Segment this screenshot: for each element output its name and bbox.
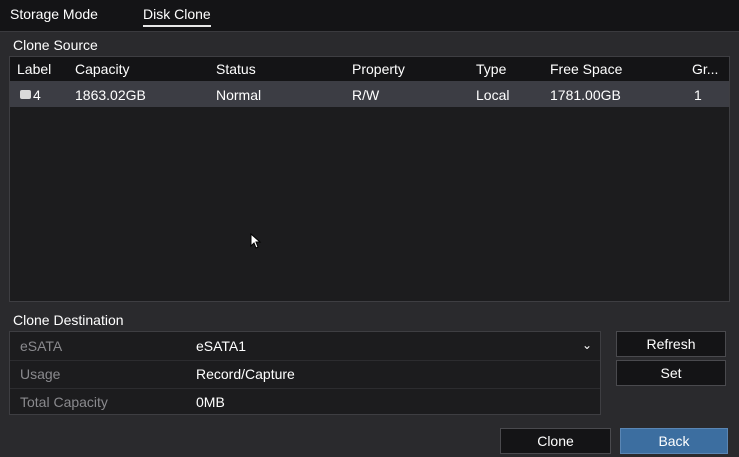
column-header-group[interactable]: Gr... (692, 61, 718, 77)
clone-source-title: Clone Source (13, 37, 98, 53)
clone-source-table: Label Capacity Status Property Type Free… (9, 56, 730, 302)
clone-destination-panel: eSATA eSATA1 ⌄ Usage Record/Capture Tota… (9, 331, 601, 415)
column-header-label[interactable]: Label (17, 61, 51, 77)
cell-status: Normal (216, 87, 262, 103)
refresh-button[interactable]: Refresh (616, 331, 726, 357)
hdd-icon (20, 90, 31, 99)
tab-bar: Storage Mode Disk Clone (0, 0, 739, 32)
esata-select-value[interactable]: eSATA1 (196, 338, 246, 354)
clone-destination-title: Clone Destination (13, 312, 124, 328)
cell-label: 4 (33, 87, 41, 103)
tab-storage-mode[interactable]: Storage Mode (10, 6, 98, 22)
total-capacity-label: Total Capacity (20, 394, 108, 410)
total-capacity-value: 0MB (196, 394, 225, 410)
chevron-down-icon[interactable]: ⌄ (582, 338, 592, 352)
table-row[interactable]: 4 1863.02GB Normal R/W Local 1781.00GB 1 (10, 81, 729, 107)
usage-value: Record/Capture (196, 366, 295, 382)
column-header-property[interactable]: Property (352, 61, 405, 77)
esata-label: eSATA (20, 338, 63, 354)
cell-type: Local (476, 87, 510, 103)
column-header-type[interactable]: Type (476, 61, 506, 77)
back-button[interactable]: Back (620, 428, 728, 454)
esata-row[interactable]: eSATA eSATA1 ⌄ (10, 332, 600, 361)
column-header-status[interactable]: Status (216, 61, 256, 77)
usage-label: Usage (20, 366, 61, 382)
total-capacity-row: Total Capacity 0MB (10, 388, 600, 416)
column-header-capacity[interactable]: Capacity (75, 61, 129, 77)
cell-property: R/W (352, 87, 380, 103)
cell-capacity: 1863.02GB (75, 87, 146, 103)
column-header-free-space[interactable]: Free Space (550, 61, 622, 77)
usage-row: Usage Record/Capture (10, 360, 600, 389)
tab-disk-clone[interactable]: Disk Clone (143, 6, 211, 27)
set-button[interactable]: Set (616, 360, 726, 386)
clone-button[interactable]: Clone (500, 428, 611, 454)
cell-group: 1 (694, 87, 702, 103)
mouse-pointer-icon (250, 233, 262, 249)
table-header: Label Capacity Status Property Type Free… (10, 57, 729, 82)
cell-free-space: 1781.00GB (550, 87, 621, 103)
